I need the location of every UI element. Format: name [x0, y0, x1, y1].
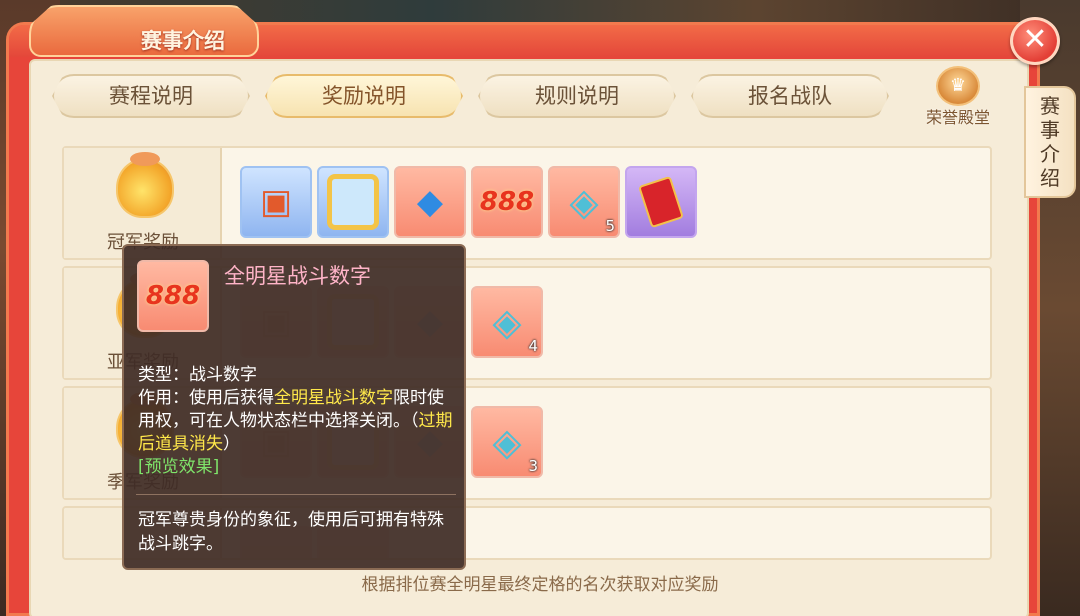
crystal-icon: ◈ — [569, 180, 599, 224]
usage-pre: 使用后获得 — [189, 388, 274, 408]
reward-item-red-envelope[interactable] — [625, 166, 697, 238]
item-tooltip: 888 全明星战斗数字 类型：战斗数字 作用：使用后获得全明星战斗数字限时使用权… — [122, 244, 466, 570]
reward-item-battle-number[interactable]: 888 — [471, 166, 543, 238]
battle-number-888-icon: 888 — [479, 187, 535, 217]
close-button[interactable]: ✕ — [1010, 17, 1060, 65]
type-label: 类型： — [138, 365, 189, 385]
usage-label: 作用： — [138, 388, 189, 408]
lucky-bag-icon — [116, 152, 174, 218]
reward-item-fish[interactable]: ◆ — [394, 166, 466, 238]
trophy-icon: ♛ — [936, 66, 980, 106]
usage-end: ） — [223, 434, 240, 454]
usage-highlight: 全明星战斗数字 — [274, 388, 393, 408]
red-envelope-icon — [638, 175, 684, 229]
tab-registered-teams[interactable]: 报名战队 — [691, 74, 889, 118]
reward-item-crystal[interactable]: ◈ 3 — [471, 406, 543, 478]
crystal-icon: ◈ — [492, 420, 522, 464]
tab-rewards[interactable]: 奖励说明 — [265, 74, 463, 118]
hall-of-honor-button[interactable]: ♛ 荣誉殿堂 — [916, 66, 1000, 127]
reward-item-crystal[interactable]: ◈ 5 — [548, 166, 620, 238]
tab-schedule[interactable]: 赛程说明 — [52, 74, 250, 118]
avatar-frame-icon — [327, 174, 379, 230]
reward-footnote: 根据排位赛全明星最终定格的名次获取对应奖励 — [361, 575, 719, 595]
item-count: 4 — [528, 337, 538, 355]
tooltip-details: 类型：战斗数字 作用：使用后获得全明星战斗数字限时使用权，可在人物状态栏中选择关… — [138, 364, 456, 479]
item-count: 5 — [605, 217, 615, 235]
side-tab-label: 赛事介绍 — [1040, 94, 1060, 190]
type-value: 战斗数字 — [189, 365, 257, 385]
item-count: 3 — [528, 457, 538, 475]
golden-fish-icon: ◆ — [416, 182, 444, 222]
reward-item-crystal[interactable]: ◈ 4 — [471, 286, 543, 358]
tab-rules[interactable]: 规则说明 — [478, 74, 676, 118]
side-tab-event-intro[interactable]: 赛事介绍 — [1024, 86, 1076, 198]
tooltip-description: 冠军尊贵身份的象征，使用后可拥有特殊战斗跳字。 — [138, 510, 444, 554]
reward-row-champion: 冠军奖励 ▣ ◆ 888 ◈ 5 — [62, 146, 992, 260]
tooltip-title: 全明星战斗数字 — [224, 264, 371, 288]
reward-items: ▣ ◆ 888 ◈ 5 — [240, 166, 697, 240]
tooltip-usage-line: 作用：使用后获得全明星战斗数字限时使用权，可在人物状态栏中选择关闭。（过期后道具… — [138, 387, 456, 456]
preview-effect-link[interactable]: [预览效果] — [138, 456, 456, 479]
crystal-icon: ◈ — [492, 300, 522, 344]
treasure-chest-icon: ▣ — [259, 182, 293, 222]
battle-number-888-icon: 888 — [145, 281, 201, 311]
reward-item-chest[interactable]: ▣ — [240, 166, 312, 238]
row-label-cell: 冠军奖励 — [64, 148, 222, 258]
reward-item-avatar-frame[interactable] — [317, 166, 389, 238]
tooltip-divider — [136, 494, 456, 495]
hall-of-honor-label: 荣誉殿堂 — [925, 108, 990, 127]
tooltip-type-line: 类型：战斗数字 — [138, 364, 456, 387]
panel-title: 赛事介绍 — [141, 29, 225, 53]
tooltip-item-icon: 888 — [137, 260, 209, 332]
